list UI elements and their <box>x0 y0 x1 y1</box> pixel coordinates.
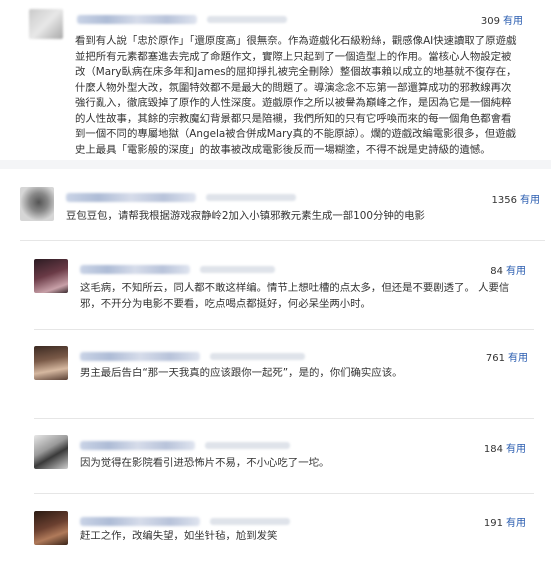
avatar[interactable] <box>20 187 54 221</box>
avatar[interactable] <box>29 9 63 39</box>
rating-blurred <box>205 442 290 449</box>
vote-count: 761 <box>485 353 505 364</box>
username-blurred[interactable] <box>80 265 190 274</box>
reply-text: 男主最后告白“那一天我真的应该跟你一起死”，是的，你们确实应该。 <box>80 367 403 379</box>
divider <box>20 240 545 241</box>
divider <box>34 493 534 494</box>
rating-blurred <box>210 353 305 360</box>
reply-text: 这毛病，不知所云，同人都不敢这样编。情节上想吐槽的点太多，但还是不要剧透了。 人… <box>80 282 510 310</box>
post-text: 看到有人說「忠於原作」「還原度高」很無奈。作為遊戲化石級粉絲，觀感像AI快速讀取… <box>75 35 517 156</box>
reply-text: 赶工之作，改编失望，如坐针毡，尬到发笑 <box>80 530 278 542</box>
vote-count-group[interactable]: 309 有用 <box>481 12 523 27</box>
vote-useful-label[interactable]: 有用 <box>503 16 523 27</box>
divider <box>34 329 534 330</box>
rating-blurred <box>206 194 296 201</box>
vote-count: 191 <box>483 518 503 529</box>
section-separator <box>0 160 551 169</box>
vote-count: 84 <box>490 266 503 277</box>
vote-count-group[interactable]: 191 有用 <box>484 514 526 529</box>
vote-useful-label[interactable]: 有用 <box>520 195 540 206</box>
username-blurred[interactable] <box>66 193 196 202</box>
post-text: 豆包豆包，请帮我根据游戏寂静岭2加入小镇邪教元素生成一部100分钟的电影 <box>66 210 425 222</box>
vote-count-group[interactable]: 1356 有用 <box>492 191 540 206</box>
vote-useful-label[interactable]: 有用 <box>506 266 526 277</box>
rating-blurred <box>207 16 287 23</box>
rating-blurred <box>210 518 290 525</box>
avatar[interactable] <box>34 259 68 293</box>
vote-useful-label[interactable]: 有用 <box>506 518 526 529</box>
username-blurred[interactable] <box>80 352 200 361</box>
vote-count-group[interactable]: 184 有用 <box>484 440 526 455</box>
rating-blurred <box>200 266 275 273</box>
vote-useful-label[interactable]: 有用 <box>506 444 526 455</box>
vote-count: 309 <box>480 16 500 27</box>
avatar[interactable] <box>34 346 68 380</box>
vote-count: 1356 <box>491 195 517 206</box>
username-blurred[interactable] <box>77 15 197 24</box>
username-blurred[interactable] <box>80 441 195 450</box>
reply-text: 因为觉得在影院看引进恐怖片不易，不小心吃了一坨。 <box>80 457 330 469</box>
vote-useful-label[interactable]: 有用 <box>508 353 528 364</box>
avatar[interactable] <box>34 511 68 545</box>
username-blurred[interactable] <box>80 517 200 526</box>
divider <box>34 418 534 419</box>
vote-count-group[interactable]: 761 有用 <box>486 349 528 364</box>
vote-count-group[interactable]: 84 有用 <box>490 262 526 277</box>
vote-count: 184 <box>483 444 503 455</box>
avatar[interactable] <box>34 435 68 469</box>
